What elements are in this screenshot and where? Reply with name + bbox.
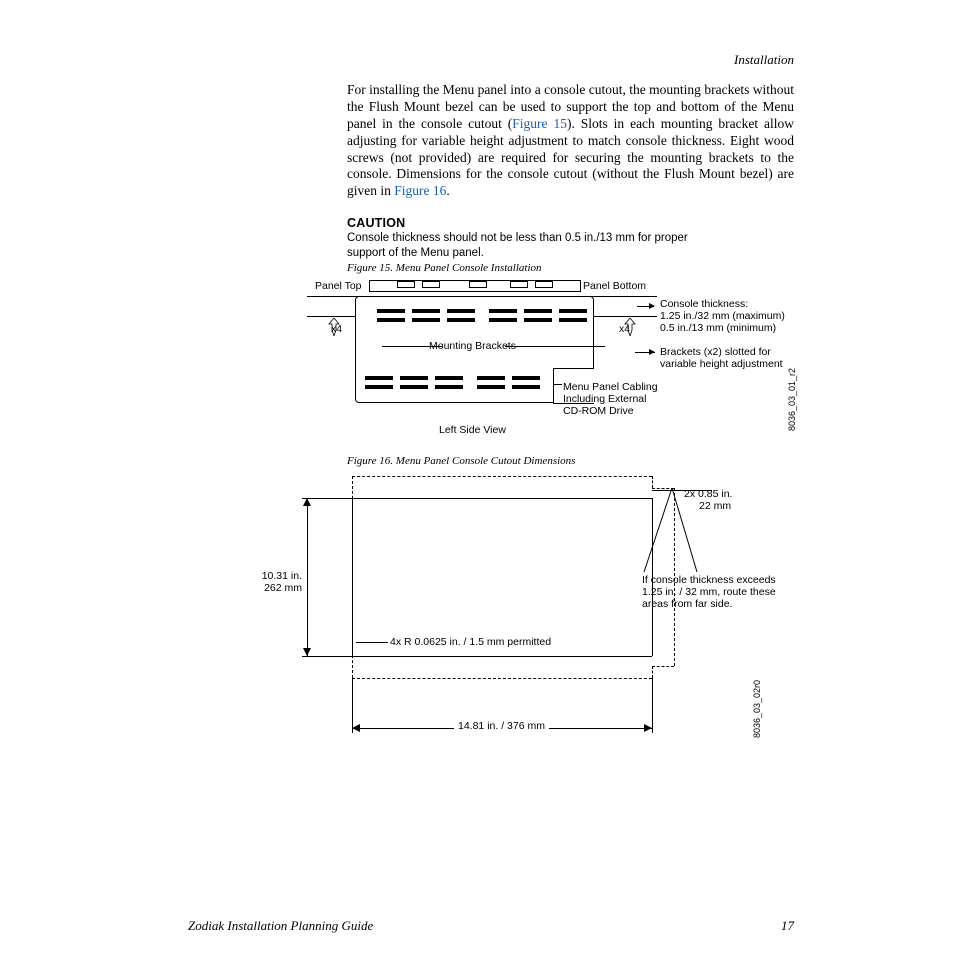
caution-label: CAUTION [347,216,405,230]
height-2: 262 mm [257,582,302,595]
footer: Zodiak Installation Planning Guide 17 [188,918,794,934]
width-dim: 14.81 in. / 376 mm [454,720,549,733]
x4-left-label: x4 [331,323,342,335]
body-text-c: . [446,183,449,198]
figure-16-caption: Figure 16. Menu Panel Console Cutout Dim… [347,455,575,467]
console-thickness-3: 0.5 in./13 mm (minimum) [660,322,776,334]
header-section: Installation [734,52,794,68]
caution-text: Console thickness should not be less tha… [347,231,727,261]
figure-15-caption: Figure 15. Menu Panel Console Installati… [347,262,542,274]
body-paragraph: For installing the Menu panel into a con… [347,82,794,200]
fig15-drawing-no: 8036_03_01_r2 [787,368,797,431]
console-thickness-2: 1.25 in./32 mm (maximum) [660,310,785,322]
radius-note: 4x R 0.0625 in. / 1.5 mm permitted [390,636,551,649]
page-number: 17 [781,918,794,934]
panel-bottom-label: Panel Bottom [583,280,646,292]
panel-top-label: Panel Top [315,280,362,292]
caution-block: CAUTIONConsole thickness should not be l… [347,216,794,261]
x4-right-label: x4 [619,323,630,335]
figure-16: 2x 0.85 in. 22 mm 10.31 in. 262 mm If co… [262,470,802,760]
console-thickness-1: Console thickness: [660,298,748,310]
cabling-3: CD-ROM Drive [563,405,634,417]
cabling-2: Including External [563,393,646,405]
mounting-brackets-label: Mounting Brackets [429,340,516,352]
fig16-drawing-no: 8036_03_02r0 [752,680,762,738]
thick-note-3: areas from far side. [642,598,732,611]
cabling-1: Menu Panel Cabling [563,381,658,393]
figure-16-link[interactable]: Figure 16 [394,183,446,198]
figure-15: Panel Top Panel Bottom x4 x4 Mounting Br… [317,276,792,441]
brackets-2: variable height adjustment [660,358,783,370]
left-side-view: Left Side View [439,424,506,436]
cut-note-2: 22 mm [699,500,731,513]
brackets-1: Brackets (x2) slotted for [660,346,771,358]
figure-15-link[interactable]: Figure 15 [512,116,567,131]
footer-title: Zodiak Installation Planning Guide [188,918,373,933]
